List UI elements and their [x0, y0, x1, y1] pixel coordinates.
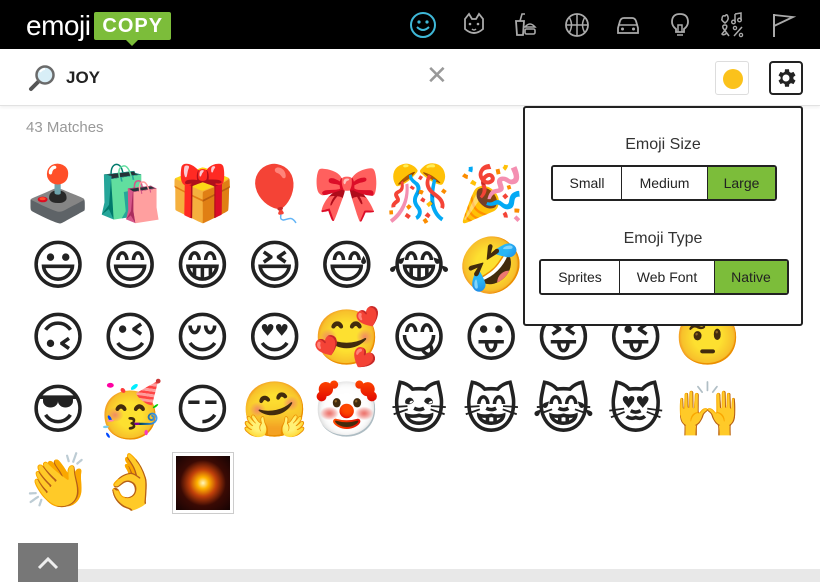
emoji-cell[interactable]: 🥰 — [311, 302, 383, 374]
emoji-cell[interactable]: 🎁 — [166, 158, 238, 230]
category-activities[interactable] — [562, 10, 592, 40]
emoji-cell[interactable]: 😃 — [22, 230, 94, 302]
category-animals[interactable] — [459, 10, 489, 40]
emoji-cell[interactable]: 👏 — [22, 446, 94, 518]
size-medium-button[interactable]: Medium — [622, 167, 708, 199]
scroll-to-top-button[interactable] — [18, 543, 78, 582]
type-sprites-button[interactable]: Sprites — [541, 261, 620, 293]
size-small-button[interactable]: Small — [553, 167, 622, 199]
emoji-cell[interactable]: 🕹️ — [22, 158, 94, 230]
smileys-icon — [410, 12, 436, 38]
emoji-cell[interactable]: 🤗 — [239, 374, 311, 446]
food-icon — [515, 13, 537, 36]
emoji-sparkler[interactable] — [172, 452, 234, 514]
emoji-cell[interactable]: 😸 — [455, 374, 527, 446]
logo-word: emoji — [26, 10, 91, 41]
emoji-cell[interactable]: 😋 — [383, 302, 455, 374]
emoji-type-selector: Sprites Web Font Native — [539, 259, 789, 295]
category-food[interactable] — [510, 10, 540, 40]
emoji-cell[interactable]: 😎 — [22, 374, 94, 446]
sparkler-image — [176, 456, 230, 510]
emoji-cell[interactable]: 🤡 — [311, 374, 383, 446]
chevron-up-icon — [37, 556, 59, 569]
emoji-cell[interactable]: 🎀 — [311, 158, 383, 230]
emoji-cell[interactable]: 😹 — [527, 374, 599, 446]
emoji-cell[interactable]: 😍 — [239, 302, 311, 374]
settings-panel: Emoji Size Small Medium Large Emoji Type… — [523, 106, 803, 326]
emoji-cell[interactable]: 🎈 — [239, 158, 311, 230]
category-objects[interactable] — [665, 10, 695, 40]
emoji-cell[interactable]: 😅 — [311, 230, 383, 302]
emojicopy-logo[interactable]: emoji COPY — [26, 10, 172, 46]
emoji-cell[interactable]: 😻 — [600, 374, 672, 446]
emoji-size-label: Emoji Size — [625, 136, 701, 153]
emoji-cell[interactable]: 🤣 — [455, 230, 527, 302]
emoji-cell[interactable]: 🙃 — [22, 302, 94, 374]
matches-count: 43 Matches — [26, 119, 104, 136]
footer-strip — [78, 569, 820, 582]
type-webfont-button[interactable]: Web Font — [620, 261, 715, 293]
emoji-size-selector: Small Medium Large — [551, 165, 777, 201]
logo-badge: COPY — [94, 12, 172, 46]
settings-button[interactable] — [769, 61, 803, 95]
emoji-cell[interactable]: 😂 — [383, 230, 455, 302]
emoji-cell[interactable]: 😺 — [383, 374, 455, 446]
emoji-type-label: Emoji Type — [623, 230, 703, 247]
type-native-button[interactable]: Native — [715, 261, 787, 293]
size-large-button[interactable]: Large — [708, 167, 775, 199]
category-smileys[interactable] — [408, 10, 438, 40]
emoji-cell[interactable]: 👌 — [94, 446, 166, 518]
search-input[interactable] — [66, 65, 406, 91]
animals-icon — [464, 12, 484, 34]
category-flags[interactable] — [768, 10, 798, 40]
emoji-cell[interactable]: 🥳 — [94, 374, 166, 446]
emoji-cell[interactable]: 😌 — [166, 302, 238, 374]
skin-tone-button[interactable] — [715, 61, 749, 95]
objects-icon — [671, 13, 689, 36]
search-bar: ✕ — [0, 49, 820, 106]
symbols-icon — [721, 12, 744, 38]
flags-icon — [773, 14, 797, 37]
emoji-cell[interactable]: 😏 — [166, 374, 238, 446]
category-symbols[interactable] — [717, 10, 747, 40]
category-travel[interactable] — [613, 10, 643, 40]
emoji-cell[interactable]: 😉 — [94, 302, 166, 374]
top-navigation-bar: emoji COPY — [0, 0, 820, 49]
activities-icon — [565, 13, 589, 37]
emoji-cell[interactable]: 😄 — [94, 230, 166, 302]
magnifier-icon — [29, 65, 55, 91]
gear-icon — [778, 69, 796, 87]
emoji-cell[interactable]: 🎊 — [383, 158, 455, 230]
emoji-cell[interactable]: 😛 — [455, 302, 527, 374]
skin-tone-swatch — [723, 69, 743, 89]
emoji-cell[interactable]: 😁 — [166, 230, 238, 302]
emoji-cell[interactable]: 😆 — [239, 230, 311, 302]
emoji-cell[interactable]: 🎉 — [455, 158, 527, 230]
emoji-cell[interactable]: 🙌 — [672, 374, 744, 446]
clear-search-icon[interactable]: ✕ — [426, 62, 448, 90]
travel-icon — [617, 17, 639, 34]
emoji-cell[interactable]: 🛍️ — [94, 158, 166, 230]
